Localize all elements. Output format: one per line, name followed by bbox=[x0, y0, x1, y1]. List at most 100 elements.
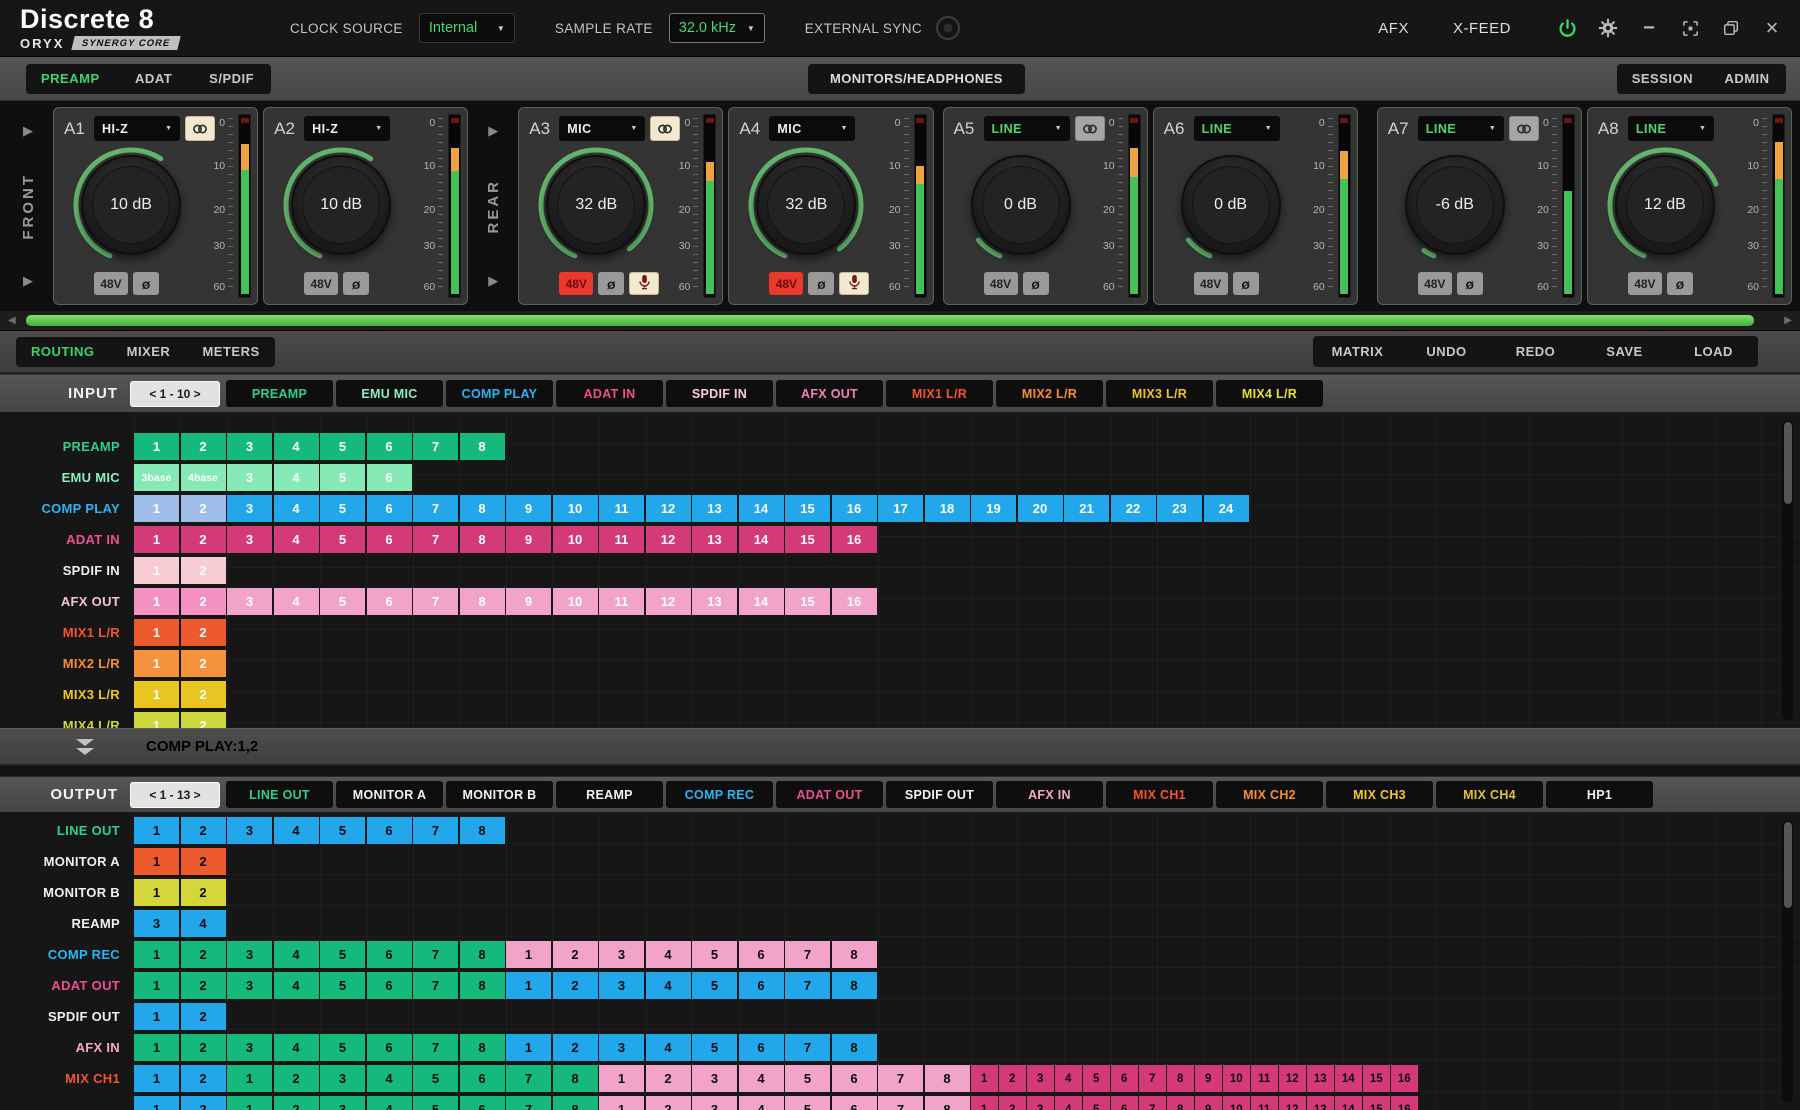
routing-cell[interactable]: 15 bbox=[785, 495, 830, 522]
routing-cell[interactable]: 18 bbox=[925, 495, 970, 522]
phase-invert-button[interactable]: ø bbox=[343, 272, 369, 295]
output-tab-monitor-a[interactable]: MONITOR A bbox=[336, 781, 443, 808]
gain-knob[interactable]: 12 dB bbox=[1604, 144, 1726, 266]
routing-cell[interactable]: 6 bbox=[367, 433, 412, 460]
output-tab-adat-out[interactable]: ADAT OUT bbox=[776, 781, 883, 808]
phase-invert-button[interactable]: ø bbox=[1233, 272, 1259, 295]
scroll-left-icon[interactable]: ◀ bbox=[8, 311, 16, 330]
mic-emulation-button[interactable] bbox=[629, 272, 659, 295]
phase-invert-button[interactable]: ø bbox=[808, 272, 834, 295]
routing-cell[interactable]: 2 bbox=[181, 619, 226, 646]
phantom-power-button[interactable]: 48V bbox=[559, 272, 593, 295]
routing-cell[interactable]: 6 bbox=[832, 1096, 877, 1110]
routing-cell[interactable]: 3 bbox=[1027, 1096, 1054, 1110]
power-icon[interactable] bbox=[1555, 18, 1579, 39]
routing-cell[interactable]: 8 bbox=[925, 1096, 970, 1110]
routing-cell[interactable]: 1 bbox=[971, 1065, 998, 1092]
routing-cell[interactable]: 22 bbox=[1111, 495, 1156, 522]
routing-cell[interactable]: 3 bbox=[692, 1096, 737, 1110]
routing-cell[interactable]: 1 bbox=[506, 972, 551, 999]
input-type-select[interactable]: LINE ▼ bbox=[984, 116, 1070, 141]
routing-cell[interactable]: 14 bbox=[739, 526, 784, 553]
routing-cell[interactable]: 1 bbox=[134, 941, 179, 968]
routing-cell[interactable]: 10 bbox=[553, 526, 598, 553]
routing-cell[interactable]: 11 bbox=[1251, 1065, 1278, 1092]
input-tab-afx-out[interactable]: AFX OUT bbox=[776, 380, 883, 407]
routing-cell[interactable]: 5 bbox=[692, 1034, 737, 1061]
routing-cell[interactable]: 2 bbox=[181, 557, 226, 584]
redo-button[interactable]: REDO bbox=[1491, 344, 1580, 359]
routing-cell[interactable]: 13 bbox=[1307, 1065, 1334, 1092]
routing-cell[interactable]: 7 bbox=[413, 817, 458, 844]
routing-cell[interactable]: 5 bbox=[692, 941, 737, 968]
close-icon[interactable]: × bbox=[1760, 17, 1784, 39]
routing-cell[interactable]: 4 bbox=[274, 941, 319, 968]
routing-cell[interactable]: 9 bbox=[506, 588, 551, 615]
routing-cell[interactable]: 1 bbox=[134, 848, 179, 875]
routing-cell[interactable]: 16 bbox=[832, 588, 877, 615]
routing-cell[interactable]: 16 bbox=[832, 495, 877, 522]
routing-cell[interactable]: 11 bbox=[599, 526, 644, 553]
routing-cell[interactable]: 3 bbox=[134, 910, 179, 937]
routing-cell[interactable]: 15 bbox=[785, 526, 830, 553]
routing-cell[interactable]: 2 bbox=[181, 650, 226, 677]
routing-cell[interactable]: 1 bbox=[134, 1096, 179, 1110]
routing-cell[interactable]: 1 bbox=[134, 495, 179, 522]
routing-cell[interactable]: 4 bbox=[274, 588, 319, 615]
triangle-right-icon[interactable]: ▶ bbox=[488, 273, 498, 289]
triangle-right-icon[interactable]: ▶ bbox=[488, 123, 498, 139]
routing-cell[interactable]: 19 bbox=[971, 495, 1016, 522]
routing-cell[interactable]: 4 bbox=[274, 464, 319, 491]
routing-cell[interactable]: 2 bbox=[274, 1065, 319, 1092]
routing-cell[interactable]: 7 bbox=[785, 941, 830, 968]
routing-cell[interactable]: 7 bbox=[413, 526, 458, 553]
routing-cell[interactable]: 6 bbox=[739, 1034, 784, 1061]
routing-cell[interactable]: 2 bbox=[181, 817, 226, 844]
monitors-headphones-button[interactable]: MONITORS/HEADPHONES bbox=[808, 64, 1025, 94]
routing-cell[interactable]: 4 bbox=[739, 1096, 784, 1110]
collapse-chevron-icon[interactable] bbox=[76, 739, 94, 755]
routing-cell[interactable]: 5 bbox=[320, 817, 365, 844]
undo-button[interactable]: UNDO bbox=[1402, 344, 1491, 359]
routing-cell[interactable]: 2 bbox=[181, 433, 226, 460]
routing-cell[interactable]: 1 bbox=[134, 879, 179, 906]
routing-cell[interactable]: 1 bbox=[134, 1003, 179, 1030]
routing-cell[interactable]: 3 bbox=[227, 495, 272, 522]
routing-cell[interactable]: 8 bbox=[832, 972, 877, 999]
input-type-select[interactable]: LINE ▼ bbox=[1418, 116, 1504, 141]
routing-cell[interactable]: 21 bbox=[1064, 495, 1109, 522]
output-tab-line-out[interactable]: LINE OUT bbox=[226, 781, 333, 808]
scrollbar-thumb[interactable] bbox=[1784, 422, 1792, 504]
routing-cell[interactable]: 6 bbox=[367, 941, 412, 968]
routing-cell[interactable]: 5 bbox=[1083, 1065, 1110, 1092]
routing-cell[interactable]: 3 bbox=[599, 972, 644, 999]
scrollbar-thumb[interactable] bbox=[1784, 822, 1792, 908]
phase-invert-button[interactable]: ø bbox=[133, 272, 159, 295]
routing-cell[interactable]: 1 bbox=[599, 1065, 644, 1092]
routing-cell[interactable]: 4 bbox=[274, 495, 319, 522]
input-tab-mix2-l-r[interactable]: MIX2 L/R bbox=[996, 380, 1103, 407]
routing-cell[interactable]: 8 bbox=[460, 526, 505, 553]
routing-cell[interactable]: 4 bbox=[1055, 1096, 1082, 1110]
routing-cell[interactable]: 20 bbox=[1018, 495, 1063, 522]
routing-cell[interactable]: 4 bbox=[274, 817, 319, 844]
routing-cell[interactable]: 7 bbox=[878, 1065, 923, 1092]
input-type-select[interactable]: HI-Z ▼ bbox=[94, 116, 180, 141]
routing-cell[interactable]: 5 bbox=[785, 1096, 830, 1110]
routing-cell[interactable]: 8 bbox=[832, 941, 877, 968]
duplicate-window-icon[interactable] bbox=[1719, 19, 1743, 37]
routing-cell[interactable]: 8 bbox=[460, 588, 505, 615]
afx-button[interactable]: AFX bbox=[1378, 20, 1409, 37]
routing-cell[interactable]: 3 bbox=[692, 1065, 737, 1092]
routing-cell[interactable]: 12 bbox=[1279, 1096, 1306, 1110]
routing-cell[interactable]: 2 bbox=[553, 1034, 598, 1061]
xfeed-button[interactable]: X-FEED bbox=[1453, 20, 1511, 37]
routing-cell[interactable]: 5 bbox=[692, 972, 737, 999]
routing-cell[interactable]: 8 bbox=[832, 1034, 877, 1061]
routing-cell[interactable]: 1 bbox=[506, 941, 551, 968]
routing-cell[interactable]: 1 bbox=[134, 588, 179, 615]
routing-cell[interactable]: 1 bbox=[227, 1096, 272, 1110]
routing-cell[interactable]: 1 bbox=[227, 1065, 272, 1092]
routing-cell[interactable]: 4 bbox=[367, 1096, 412, 1110]
gain-knob[interactable]: 32 dB bbox=[745, 144, 867, 266]
